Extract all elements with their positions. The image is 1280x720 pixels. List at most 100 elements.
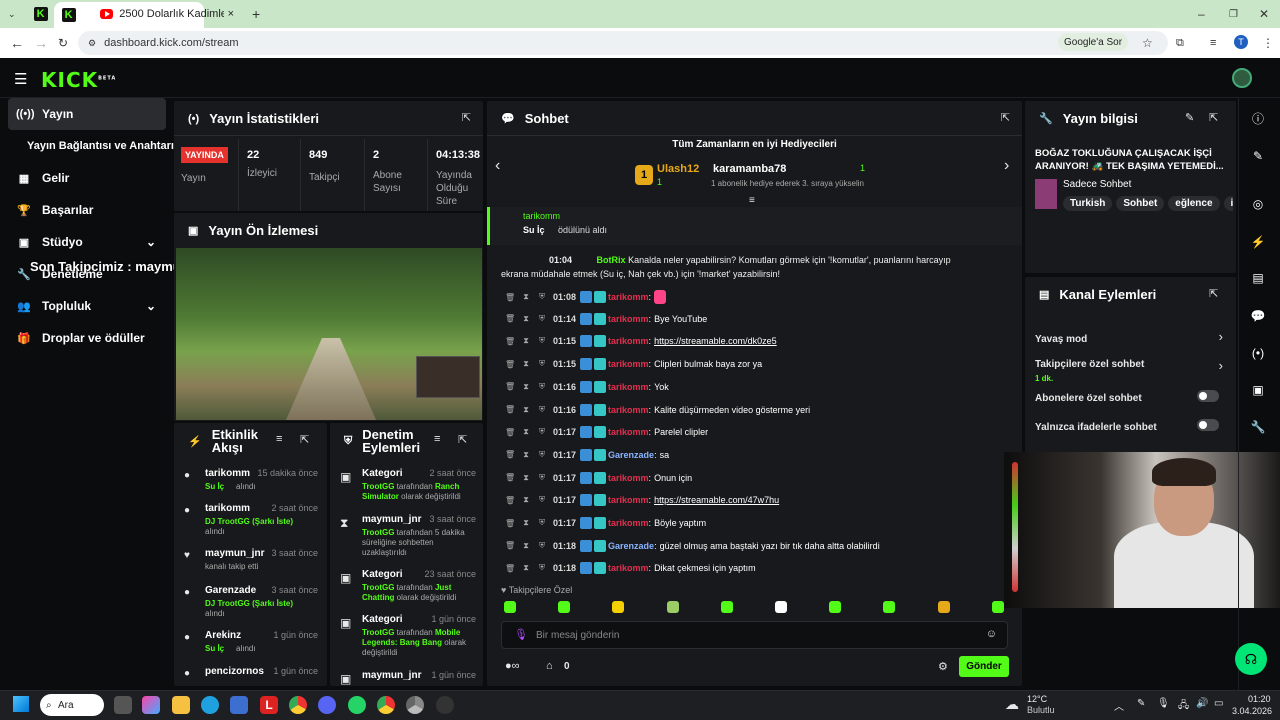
kick-logo[interactable]: KICKBETA bbox=[41, 68, 116, 92]
store-app-icon[interactable] bbox=[230, 696, 248, 714]
chrome-dev-icon[interactable] bbox=[406, 696, 424, 714]
emote-icon[interactable] bbox=[666, 601, 679, 613]
obs-icon[interactable] bbox=[436, 696, 454, 714]
activity-item[interactable]: ● tarikomm 15 dakika önce Su İç alındı bbox=[184, 468, 318, 502]
rail-wrench-icon[interactable]: 🔧 bbox=[1240, 411, 1276, 443]
rail-mod-icon[interactable]: ▤ bbox=[1240, 262, 1276, 294]
chat-username[interactable]: Garenzade bbox=[608, 541, 654, 551]
window-minimize[interactable]: – bbox=[1198, 7, 1205, 21]
chat-username[interactable]: tarikomm bbox=[608, 405, 649, 415]
emoji-icon[interactable]: ☺ bbox=[986, 628, 997, 640]
emote-icon[interactable] bbox=[937, 601, 950, 613]
delete-icon[interactable]: 🗑 bbox=[505, 541, 515, 550]
delete-icon[interactable]: 🗑 bbox=[505, 314, 515, 323]
activity-item[interactable]: ● Arekinz 1 gün önce Su İç alındı bbox=[184, 630, 318, 664]
close-tab-icon[interactable]: × bbox=[228, 8, 234, 20]
tray-network-icon[interactable]: 🖧 bbox=[1178, 698, 1189, 715]
delete-icon[interactable]: 🗑 bbox=[505, 405, 515, 414]
clock-time[interactable]: 01:20 bbox=[1248, 694, 1271, 704]
emote-icon[interactable] bbox=[991, 601, 1004, 613]
category-name[interactable]: Sadece Sohbet bbox=[1063, 179, 1131, 190]
delete-icon[interactable]: 🗑 bbox=[505, 519, 515, 528]
back-icon[interactable]: ← bbox=[10, 35, 24, 51]
next-gifter-icon[interactable]: › bbox=[1004, 157, 1009, 175]
bookmark-star-icon[interactable]: ☆ bbox=[1142, 36, 1153, 50]
profile-avatar[interactable]: T bbox=[1234, 35, 1248, 49]
timeout-icon[interactable]: ⧗ bbox=[521, 382, 531, 392]
filter-icon[interactable]: ≡ bbox=[434, 433, 440, 445]
gifter-2-name[interactable]: karamamba78 bbox=[713, 163, 786, 175]
reload-icon[interactable]: ↻ bbox=[58, 36, 68, 50]
window-maximize[interactable]: ❐ bbox=[1229, 9, 1238, 20]
activity-item[interactable]: ♥ maymun_jnr 3 saat önce kanalı takip etti bbox=[184, 548, 318, 582]
points-icon[interactable]: ●∞ bbox=[505, 660, 520, 672]
ban-icon[interactable]: ⛨ bbox=[537, 450, 547, 460]
rail-actions-icon[interactable]: ▣ bbox=[1240, 374, 1276, 406]
ban-icon[interactable]: ⛨ bbox=[537, 336, 547, 346]
site-info-icon[interactable]: ⚙ bbox=[88, 38, 96, 49]
ban-icon[interactable]: ⛨ bbox=[537, 518, 547, 528]
delete-icon[interactable]: 🗑 bbox=[505, 564, 515, 573]
popout-icon[interactable]: ⇱ bbox=[458, 433, 467, 446]
chat-username[interactable]: tarikomm bbox=[608, 336, 649, 346]
moderation-item[interactable]: ▣ Kategori 23 saat önce TrootGG tarafından … bbox=[340, 569, 476, 619]
emote-icon[interactable] bbox=[720, 601, 733, 613]
ban-icon[interactable]: ⛨ bbox=[537, 314, 547, 324]
subs-only-toggle[interactable] bbox=[1197, 390, 1219, 402]
reading-list-icon[interactable]: ≡ bbox=[1210, 37, 1216, 49]
chat-username[interactable]: tarikomm bbox=[608, 427, 649, 437]
chat-input[interactable]: 🎙 Bir mesaj gönderin ☺ bbox=[501, 621, 1008, 649]
reward-user[interactable]: tarikomm bbox=[523, 211, 560, 221]
ban-icon[interactable]: ⛨ bbox=[537, 495, 547, 505]
timeout-icon[interactable]: ⧗ bbox=[521, 359, 531, 369]
timeout-icon[interactable]: ⧗ bbox=[521, 405, 531, 415]
slow-mode-row[interactable]: Yavaş mod › bbox=[1035, 329, 1225, 347]
tray-chevron-icon[interactable]: ︿ bbox=[1114, 698, 1124, 713]
delete-icon[interactable]: 🗑 bbox=[505, 496, 515, 505]
youtube-tab[interactable]: 2500 Dolarlık Kadimlerin Hazin × bbox=[92, 2, 242, 26]
chat-username[interactable]: tarikomm bbox=[608, 473, 649, 483]
emote-icon[interactable] bbox=[612, 601, 625, 613]
menu-dots-icon[interactable]: ⋮ bbox=[1262, 36, 1274, 50]
edge-icon[interactable] bbox=[201, 696, 219, 714]
ban-icon[interactable]: ⛨ bbox=[537, 382, 547, 392]
rail-chat-icon[interactable]: 💬 bbox=[1240, 300, 1276, 332]
emotes-only-toggle[interactable] bbox=[1197, 419, 1219, 431]
google-sor-button[interactable]: Google'a Sor bbox=[1058, 33, 1129, 51]
timeout-icon[interactable]: ⧗ bbox=[521, 450, 531, 460]
taskbar-search[interactable]: ⌕ Ara bbox=[40, 694, 104, 716]
store-icon[interactable]: ⌂ bbox=[546, 660, 553, 672]
tray-pen-icon[interactable]: ✎ bbox=[1137, 698, 1145, 709]
chat-username[interactable]: tarikomm bbox=[608, 518, 649, 528]
sidebar-item-yayin[interactable]: ((•)) Yayın bbox=[8, 98, 166, 130]
extensions-icon[interactable]: ⧉ bbox=[1176, 37, 1184, 50]
tray-battery-icon[interactable]: ▭ bbox=[1214, 698, 1223, 709]
emote-icon[interactable] bbox=[829, 601, 842, 613]
ban-icon[interactable]: ⛨ bbox=[537, 563, 547, 573]
timeout-icon[interactable]: ⧗ bbox=[521, 518, 531, 528]
windows-start-icon[interactable] bbox=[13, 696, 29, 712]
timeout-icon[interactable]: ⧗ bbox=[521, 292, 531, 302]
popout-icon[interactable]: ⇱ bbox=[300, 433, 309, 446]
timeout-icon[interactable]: ⧗ bbox=[521, 427, 531, 437]
pencil-icon[interactable]: ✎ bbox=[1240, 140, 1276, 172]
timeout-icon[interactable]: ⧗ bbox=[521, 495, 531, 505]
ban-icon[interactable]: ⛨ bbox=[537, 405, 547, 415]
ban-icon[interactable]: ⛨ bbox=[537, 541, 547, 551]
emote-icon[interactable] bbox=[775, 601, 787, 613]
gifter-1-name[interactable]: Ulash12 bbox=[657, 163, 699, 175]
moderation-item[interactable]: ▣ Kategori 2 saat önce TrootGG tarafından R… bbox=[340, 468, 476, 518]
stream-preview-video[interactable] bbox=[176, 248, 482, 420]
delete-icon[interactable]: 🗑 bbox=[505, 473, 515, 482]
chrome-alt-icon[interactable] bbox=[377, 696, 395, 714]
delete-icon[interactable]: 🗑 bbox=[505, 360, 515, 369]
tray-volume-icon[interactable]: 🔊 bbox=[1196, 698, 1208, 709]
support-chat-button[interactable]: ☊ bbox=[1235, 643, 1267, 675]
window-close[interactable]: ✕ bbox=[1259, 7, 1269, 21]
chat-username[interactable]: tarikomm bbox=[608, 382, 649, 392]
followers-only-row[interactable]: Takipçilere özel sohbet 1 dk. › bbox=[1035, 356, 1225, 383]
sidebar-item-basarilar[interactable]: 🏆 Başarılar bbox=[8, 194, 166, 226]
sidebar-item-gelir[interactable]: ▦ Gelir bbox=[8, 162, 166, 194]
kick-tab-1[interactable]: K bbox=[33, 7, 48, 21]
send-button[interactable]: Gönder bbox=[959, 656, 1009, 677]
